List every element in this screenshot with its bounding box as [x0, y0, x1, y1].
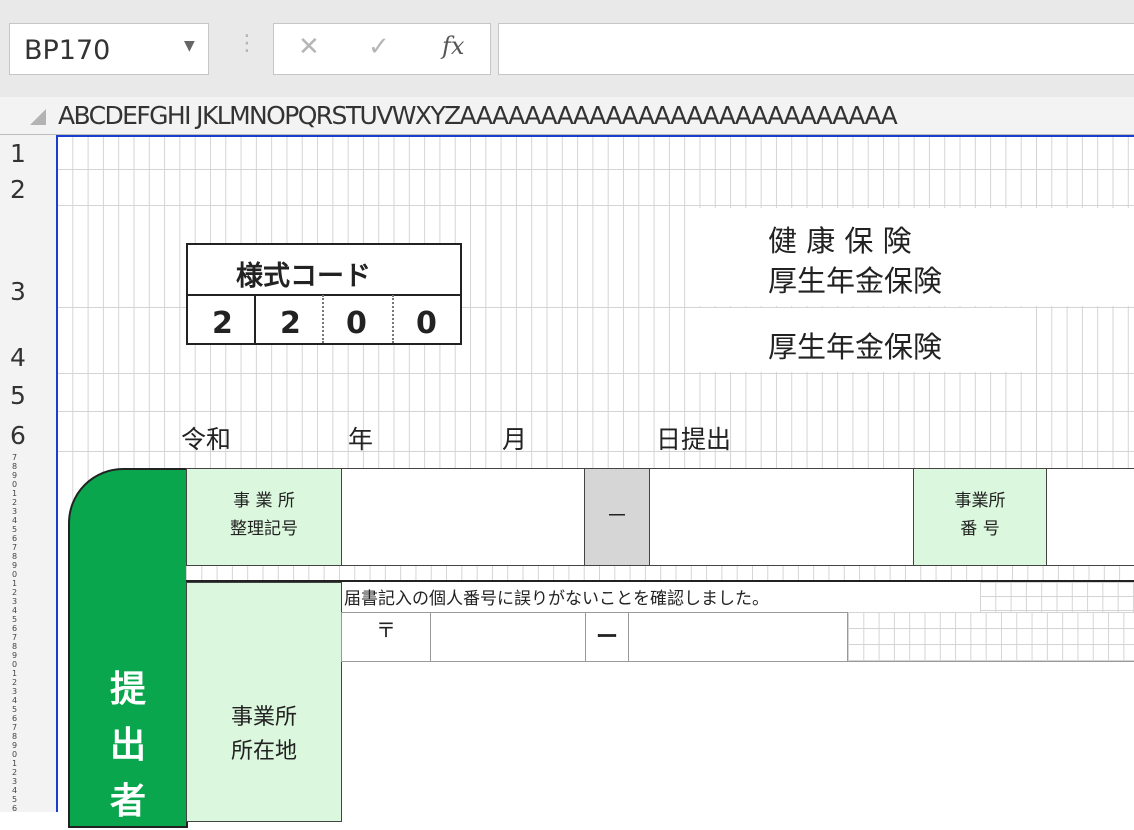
form-code-digit-1[interactable]: 2: [212, 306, 233, 341]
submitter-label: 提出者: [110, 669, 147, 822]
confirm-grid-cells: [980, 582, 1134, 612]
spacer-row: [186, 566, 1134, 582]
enter-icon[interactable]: ✓: [368, 32, 390, 62]
formula-bar: BP170 ▼ ⋮ ✕ ✓ fx: [0, 0, 1134, 97]
confirmation-text: 届書記入の個人番号に誤りがないことを確認しました。: [344, 589, 769, 609]
selection-border-top: [56, 135, 1134, 137]
chevron-down-icon[interactable]: ▼: [184, 38, 195, 54]
form-code-digit-2[interactable]: 2: [280, 306, 301, 341]
office-reference-label-1: 事 業 所: [233, 491, 295, 511]
row-header-small-rows[interactable]: 7890123456789012345678901234567890123456: [12, 453, 17, 812]
postal-code-input-1[interactable]: [430, 612, 586, 662]
office-number-label-cell: 事業所 番 号: [913, 468, 1047, 566]
postal-mark-cell: 〒: [341, 612, 431, 662]
address-label-cell: 事業所 所在地: [186, 582, 342, 822]
date-year-label: 年: [348, 425, 374, 454]
row-headers[interactable]: 1 2 3 4 5 6 7890123456789012345678901234…: [0, 135, 57, 812]
date-day-label: 日提出: [656, 425, 732, 454]
drag-handle-icon[interactable]: ⋮: [236, 31, 258, 56]
column-headers[interactable]: ABCDEFGHI JKLMNOPQRSTUVWXYZAAAAAAAAAAAAA…: [0, 97, 1134, 135]
row-header-2[interactable]: 2: [10, 175, 26, 204]
name-box-value: BP170: [24, 35, 111, 66]
formula-input[interactable]: [498, 23, 1134, 75]
office-number-label-1: 事業所: [954, 491, 1006, 511]
select-all-corner[interactable]: [30, 109, 46, 125]
office-number-label-2: 番 号: [960, 519, 1000, 539]
postal-dash: ー: [585, 612, 629, 662]
office-reference-input-2[interactable]: [649, 468, 915, 566]
row-header-4[interactable]: 4: [10, 343, 26, 372]
row-header-6[interactable]: 6: [10, 421, 26, 450]
selection-border-left: [56, 135, 58, 812]
postal-grid-cells: [848, 612, 1134, 662]
row-header-1[interactable]: 1: [10, 139, 26, 168]
column-header-letters[interactable]: ABCDEFGHI JKLMNOPQRSTUVWXYZAAAAAAAAAAAAA…: [58, 101, 898, 130]
form-code-digit-4[interactable]: 0: [416, 306, 437, 341]
insurance-title-2: 厚生年金保険: [768, 264, 943, 298]
insurance-title-3: 厚生年金保険: [768, 330, 943, 364]
office-reference-label-2: 整理記号: [230, 519, 298, 539]
postal-row-bottom-border: [341, 661, 1134, 662]
form-code-separator: [322, 295, 324, 343]
date-month-label: 月: [502, 425, 528, 454]
address-label-2: 所在地: [230, 739, 297, 764]
form-code-divider: [186, 294, 462, 296]
form-code-label: 様式コード: [236, 261, 371, 292]
date-era-label: 令和: [181, 425, 232, 454]
form-code-separator: [254, 295, 256, 343]
office-reference-dash: －: [584, 468, 650, 566]
office-reference-label-cell: 事 業 所 整理記号: [186, 468, 342, 566]
office-reference-input-1[interactable]: [341, 468, 585, 566]
postal-code-input-2[interactable]: [628, 612, 848, 662]
form-code-separator: [392, 295, 394, 343]
form-code-digit-3[interactable]: 0: [346, 306, 367, 341]
address-label-1: 事業所: [230, 705, 297, 730]
formula-buttons: ✕ ✓ fx: [273, 23, 491, 75]
cancel-icon[interactable]: ✕: [298, 32, 320, 62]
office-number-input[interactable]: [1046, 468, 1134, 566]
insert-function-icon[interactable]: fx: [442, 32, 464, 60]
name-box[interactable]: BP170 ▼: [9, 23, 209, 75]
row-header-5[interactable]: 5: [10, 381, 26, 410]
row-header-3[interactable]: 3: [10, 277, 26, 306]
insurance-title-1: 健 康 保 険: [768, 224, 912, 258]
